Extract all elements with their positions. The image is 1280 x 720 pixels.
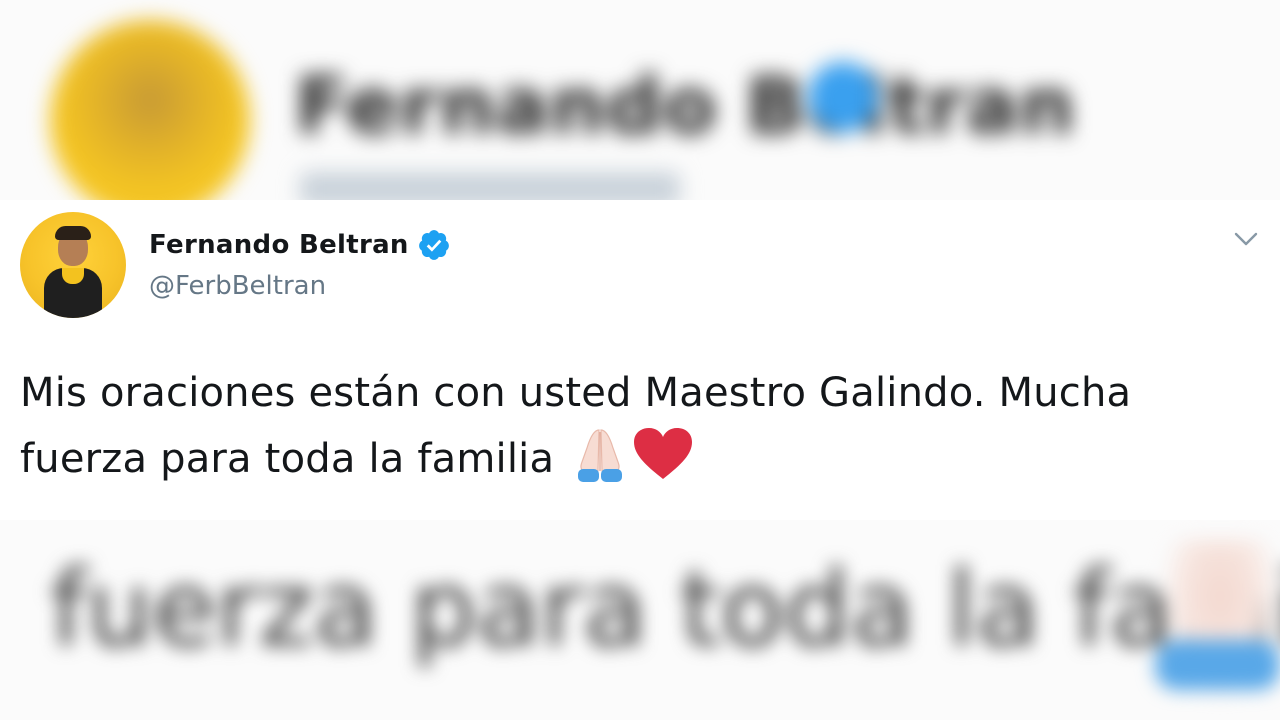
tweet-card: Fernando Beltran @FerbBeltran Mis oracio… (0, 200, 1280, 520)
folded-hands-icon (578, 429, 623, 482)
blurred-display-name: Fernando Beltran (295, 62, 1076, 152)
tweet-text-line-2: fuerza para toda la familia (20, 436, 555, 482)
blurred-handle (300, 172, 680, 200)
handle[interactable]: @FerbBeltran (149, 271, 326, 301)
tweet-text-line-1: Mis oraciones están con usted Maestro Ga… (20, 370, 1132, 416)
blurred-emoji-cuffs (1155, 640, 1280, 690)
avatar-hair (55, 226, 91, 240)
avatar[interactable] (20, 212, 126, 318)
verified-badge-icon (418, 230, 449, 260)
name-row: Fernando Beltran (149, 228, 451, 262)
blurred-background-top: Fernando Beltran (0, 0, 1280, 200)
blurred-avatar (50, 20, 250, 200)
chevron-down-icon[interactable] (1233, 230, 1259, 248)
display-name[interactable]: Fernando Beltran (149, 230, 409, 260)
blurred-tweet-text: fuerza para toda la familia (50, 548, 1280, 670)
red-heart-icon (634, 428, 693, 479)
tweet-text: Mis oraciones están con usted Maestro Ga… (20, 360, 1270, 492)
blurred-background-bottom: fuerza para toda la familia (0, 520, 1280, 720)
blurred-verified-badge (808, 62, 878, 132)
